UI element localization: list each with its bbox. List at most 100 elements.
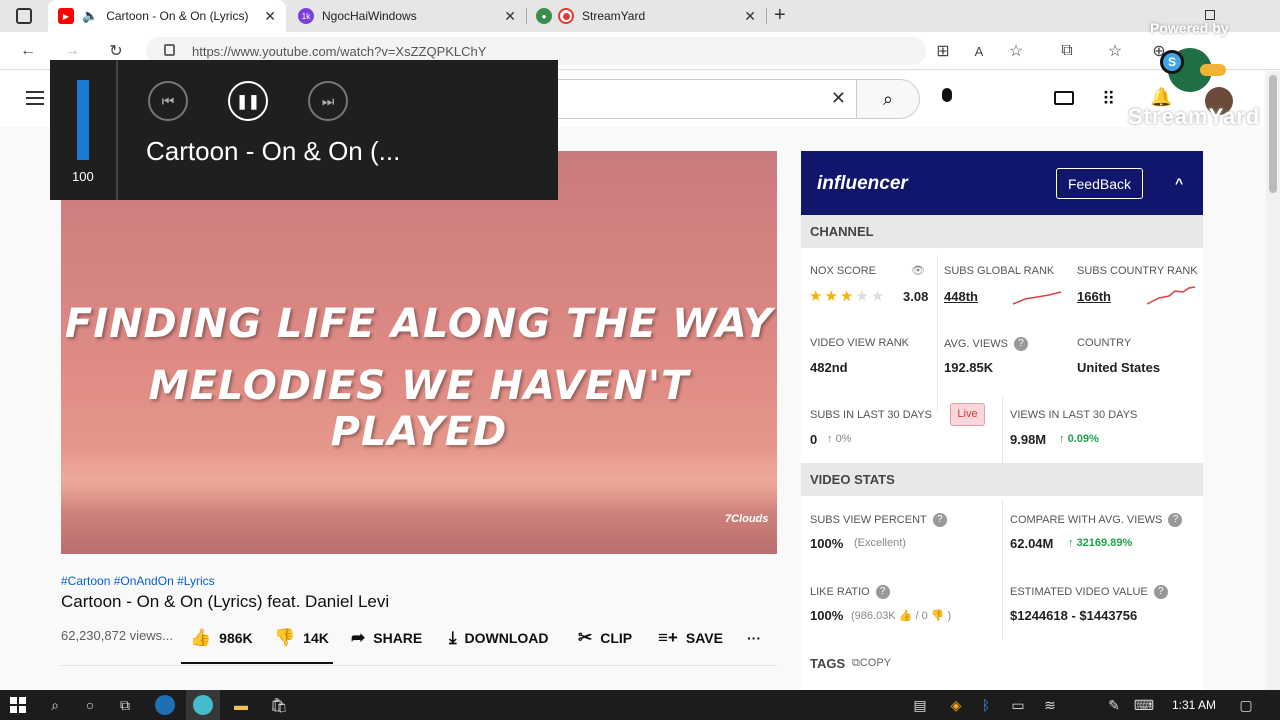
- favorite-star-icon[interactable]: ☆: [1005, 40, 1027, 62]
- download-icon: ⤓: [449, 628, 457, 647]
- pause-button[interactable]: ❚❚: [228, 81, 268, 121]
- subs-country-rank-value[interactable]: 166th: [1077, 289, 1111, 304]
- view-count[interactable]: 62,230,872 views...: [61, 628, 173, 643]
- channel-icon: 1k: [298, 8, 314, 24]
- apps-grid-icon[interactable]: ⠿: [1102, 89, 1115, 110]
- clip-button[interactable]: ✂ CLIP: [578, 626, 632, 650]
- subs-global-rank-value[interactable]: 448th: [944, 289, 978, 304]
- track-title: Cartoon - On & On (...: [146, 136, 401, 166]
- country-value: United States: [1077, 360, 1161, 375]
- help-icon[interactable]: ?: [1013, 337, 1028, 351]
- feedback-button[interactable]: FeedBack: [1056, 168, 1143, 199]
- read-aloud-icon[interactable]: A: [968, 40, 990, 62]
- help-icon[interactable]: ?: [1153, 585, 1168, 599]
- tab-youtube[interactable]: ▶ 🔈 Cartoon - On & On (Lyrics) ✕: [48, 0, 286, 32]
- refresh-icon[interactable]: ↻: [105, 40, 127, 62]
- favorites-icon[interactable]: ☆: [1104, 40, 1126, 62]
- star-icon: ★: [870, 288, 887, 305]
- clear-search-icon[interactable]: ✕: [831, 88, 846, 109]
- views-30-days-change: ↑ 0.09%: [1059, 433, 1099, 445]
- clip-label: CLIP: [600, 630, 633, 646]
- wifi-icon[interactable]: ≋: [1040, 695, 1060, 715]
- speaker-icon[interactable]: 🔈: [82, 8, 98, 24]
- volume-slider[interactable]: [77, 80, 89, 160]
- microphone-icon[interactable]: [940, 88, 954, 110]
- close-tab-icon[interactable]: ✕: [264, 8, 276, 25]
- window-maximize-icon[interactable]: [1205, 10, 1215, 20]
- nox-score-label: NOX SCORE: [810, 265, 877, 277]
- pause-icon: ❚❚: [236, 92, 260, 109]
- like-button[interactable]: 👍 986K: [190, 626, 253, 650]
- news-widget-icon[interactable]: ▤: [910, 695, 930, 715]
- system-tray-app-icon[interactable]: ◈: [946, 695, 966, 715]
- windows-start-icon[interactable]: [8, 695, 28, 715]
- store-icon[interactable]: 🛍: [269, 695, 289, 715]
- close-tab-icon[interactable]: ✕: [504, 8, 516, 25]
- create-video-icon[interactable]: [1054, 91, 1074, 105]
- close-tab-icon[interactable]: ✕: [744, 8, 756, 25]
- forward-arrow-icon[interactable]: →: [61, 40, 83, 62]
- tab-actions-icon[interactable]: [16, 8, 32, 24]
- live-badge: Live: [950, 403, 985, 426]
- save-button[interactable]: ≡+ SAVE: [658, 626, 723, 650]
- page-scrollbar[interactable]: [1266, 71, 1280, 690]
- back-arrow-icon[interactable]: ←: [17, 40, 39, 62]
- scrollbar-thumb[interactable]: [1269, 75, 1277, 193]
- extensions-icon[interactable]: ⧉: [1056, 40, 1078, 62]
- search-icon[interactable]: ⌕: [45, 695, 65, 715]
- country-rank-trend-line: [1146, 286, 1196, 305]
- notification-center-icon[interactable]: ▢: [1236, 695, 1256, 715]
- help-icon[interactable]: ?: [932, 513, 947, 527]
- video-hashtags[interactable]: #Cartoon #OnAndOn #Lyrics: [61, 574, 215, 588]
- video-player[interactable]: FINDING LIFE ALONG THE WAY MELODIES WE H…: [61, 151, 777, 554]
- nox-score-value: 3.08: [903, 289, 929, 304]
- star-icon: ★: [824, 288, 840, 305]
- search-input[interactable]: ✕: [540, 79, 856, 119]
- cortana-icon[interactable]: ○: [80, 695, 100, 715]
- edge-browser-icon[interactable]: [155, 695, 175, 715]
- download-button[interactable]: ⤓ DOWNLOAD: [449, 626, 549, 650]
- help-icon[interactable]: ?: [1168, 513, 1183, 527]
- next-track-button[interactable]: ⏭: [308, 81, 348, 121]
- column-divider: [1002, 397, 1003, 463]
- up-arrow-icon: ↑: [827, 433, 833, 445]
- copy-tags-button[interactable]: ⧉COPY: [852, 657, 891, 670]
- keyboard-icon[interactable]: ⌨: [1134, 695, 1154, 715]
- star-icon: ★: [839, 288, 856, 305]
- star-icon: ★: [855, 288, 871, 305]
- search-button[interactable]: ⌕: [856, 79, 920, 119]
- subs-30-days-change: ↑ 0%: [827, 433, 852, 445]
- watermark-powered-by: Powered by: [1150, 20, 1229, 36]
- thumbs-down-icon: 👎: [930, 610, 945, 622]
- bluetooth-icon[interactable]: ᛒ: [976, 695, 996, 715]
- estimated-value-label: ESTIMATED VIDEO VALUE?: [1010, 585, 1168, 599]
- collapse-chevron-icon[interactable]: ^: [1175, 175, 1183, 191]
- watermark-streamyard: StreamYard: [1128, 104, 1261, 129]
- windows-taskbar: ⌕ ○ ⧉ ▬ 🛍 ▤ ◈ ᛒ ▭ ≋ ✎ ⌨ 1:31 AM ▢: [0, 690, 1280, 720]
- menu-icon[interactable]: [26, 91, 44, 105]
- help-icon[interactable]: ?: [875, 585, 890, 599]
- share-icon: ➦: [351, 628, 366, 647]
- previous-track-button[interactable]: ⏮: [148, 81, 188, 121]
- influencer-logo: influencer: [817, 173, 908, 194]
- tab-ngochaiwindows[interactable]: 1k NgocHaiWindows ✕: [290, 0, 526, 32]
- star-icon: ★: [809, 288, 825, 305]
- column-divider: [1002, 499, 1003, 639]
- file-explorer-icon[interactable]: ▬: [231, 695, 251, 715]
- taskbar-clock[interactable]: 1:31 AM: [1172, 698, 1216, 712]
- tab-streamyard[interactable]: ● StreamYard ✕: [528, 0, 766, 32]
- tags-label: TAGS: [810, 656, 846, 671]
- new-tab-button[interactable]: +: [774, 4, 786, 27]
- video-view-rank-value: 482nd: [810, 360, 848, 375]
- pen-icon[interactable]: ✎: [1104, 695, 1124, 715]
- app-available-icon[interactable]: ⊞: [932, 40, 954, 62]
- save-label: SAVE: [685, 630, 723, 646]
- dislike-button[interactable]: 👎 14K: [274, 626, 329, 650]
- subs-view-percent-label: SUBS VIEW PERCENT?: [810, 513, 947, 527]
- more-actions-button[interactable]: ···: [747, 626, 761, 650]
- task-view-icon[interactable]: ⧉: [115, 695, 135, 715]
- volume-fill: [77, 80, 89, 160]
- scissors-icon: ✂: [578, 628, 593, 647]
- share-button[interactable]: ➦ SHARE: [351, 626, 422, 650]
- battery-icon[interactable]: ▭: [1008, 695, 1028, 715]
